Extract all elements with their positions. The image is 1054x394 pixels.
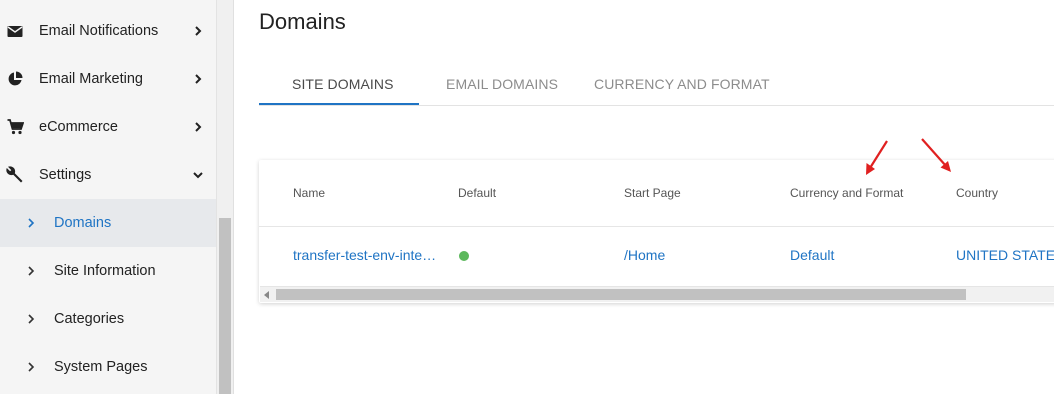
arrow-icon <box>866 140 888 175</box>
arrow-icon <box>921 138 951 172</box>
annotation-arrows <box>866 138 951 175</box>
